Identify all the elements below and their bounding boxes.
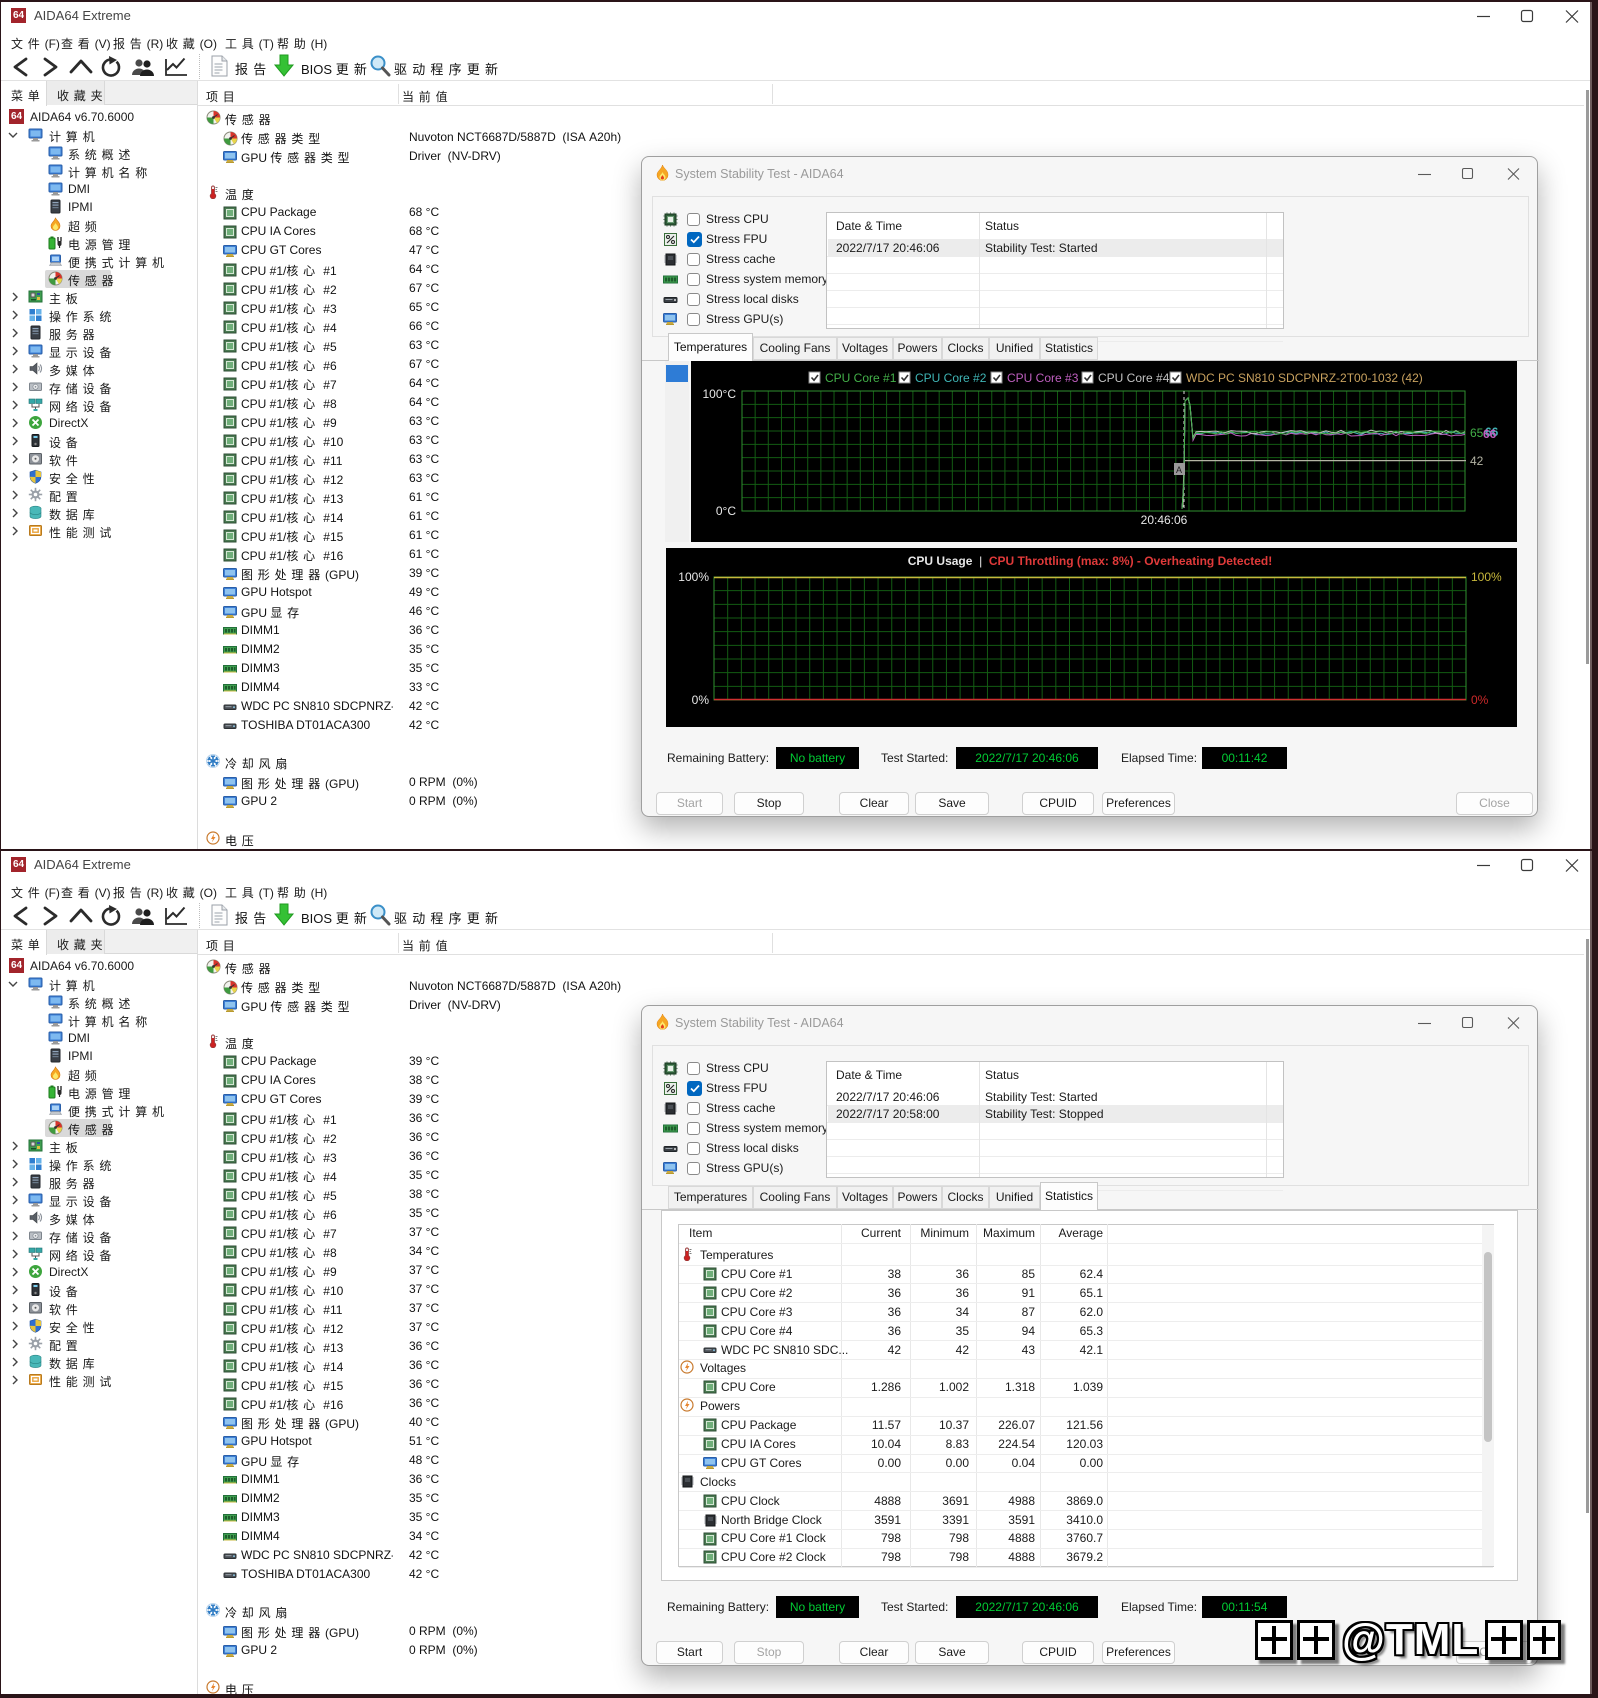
svg-text:0%: 0% — [692, 693, 710, 707]
svg-text:0%: 0% — [1471, 693, 1489, 707]
svg-text:65: 65 — [1470, 426, 1484, 440]
svg-text:100%: 100% — [678, 570, 709, 584]
svg-text:CPU Core #2: CPU Core #2 — [915, 371, 987, 385]
svg-text:20:46:06: 20:46:06 — [1141, 513, 1188, 527]
svg-text:CPU Core #1: CPU Core #1 — [825, 371, 897, 385]
svg-text:66: 66 — [1483, 427, 1497, 441]
svg-text:A: A — [1176, 465, 1182, 475]
svg-text:100°C: 100°C — [703, 387, 737, 401]
svg-text:CPU Core #3: CPU Core #3 — [1007, 371, 1079, 385]
svg-text:WDC PC SN810 SDCPNRZ-2T00-1032: WDC PC SN810 SDCPNRZ-2T00-1032 (42) — [1186, 371, 1423, 385]
svg-text:100%: 100% — [1471, 570, 1502, 584]
svg-text:0°C: 0°C — [716, 504, 736, 518]
svg-text:CPU Core #4: CPU Core #4 — [1098, 371, 1170, 385]
svg-text:CPU Usage | CPU Throttling (: CPU Usage | CPU Throttling (max: 8%) - O… — [908, 554, 1273, 568]
svg-text:42: 42 — [1470, 454, 1484, 468]
